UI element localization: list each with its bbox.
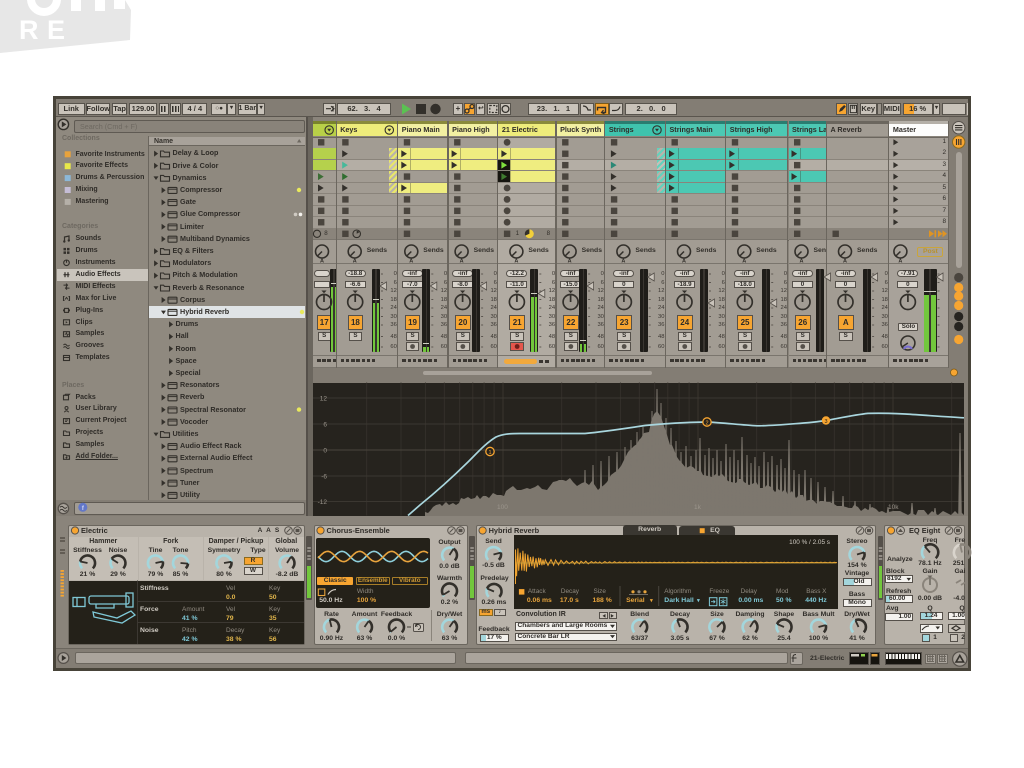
svg-text:R: R (19, 15, 39, 45)
svg-text:E: E (47, 15, 65, 45)
